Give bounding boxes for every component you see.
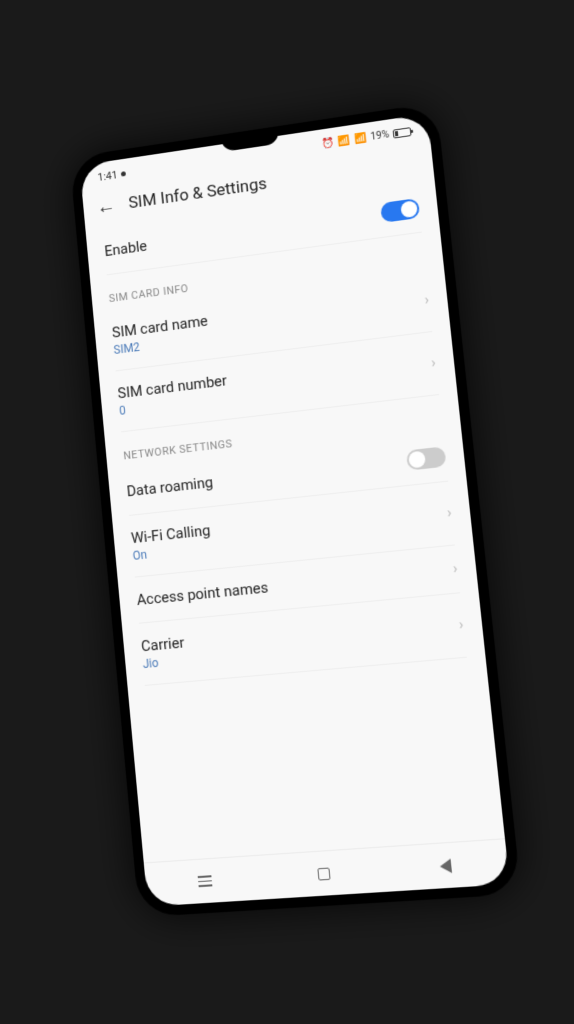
nav-home-button[interactable] (318, 867, 331, 880)
enable-toggle[interactable] (380, 198, 420, 223)
back-button[interactable]: ← (96, 193, 117, 219)
chevron-right-icon: › (424, 292, 430, 308)
nav-back-button[interactable] (439, 858, 452, 873)
screen: 1:41 ⏰ 📶 📶 19% ← SIM Info & Settings Ena… (80, 114, 510, 907)
signal-icon: 📶 (354, 132, 367, 145)
chevron-right-icon: › (452, 561, 458, 578)
wifi-icon: 📶 (337, 135, 350, 148)
content: Enable SIM CARD INFO SIM card name SIM2 … (86, 182, 486, 688)
nav-recent-button[interactable] (198, 875, 213, 886)
phone-frame: 1:41 ⏰ 📶 📶 19% ← SIM Info & Settings Ena… (69, 102, 521, 917)
status-time: 1:41 (97, 168, 118, 183)
page-title: SIM Info & Settings (128, 174, 268, 213)
battery-percent: 19% (370, 129, 390, 142)
data-roaming-toggle[interactable] (406, 446, 447, 470)
nav-bar (144, 838, 510, 906)
alarm-icon: ⏰ (321, 137, 334, 150)
status-dot-icon (121, 171, 126, 176)
battery-icon (393, 127, 412, 138)
chevron-right-icon: › (458, 617, 464, 634)
chevron-right-icon: › (446, 505, 452, 522)
chevron-right-icon: › (430, 355, 436, 372)
